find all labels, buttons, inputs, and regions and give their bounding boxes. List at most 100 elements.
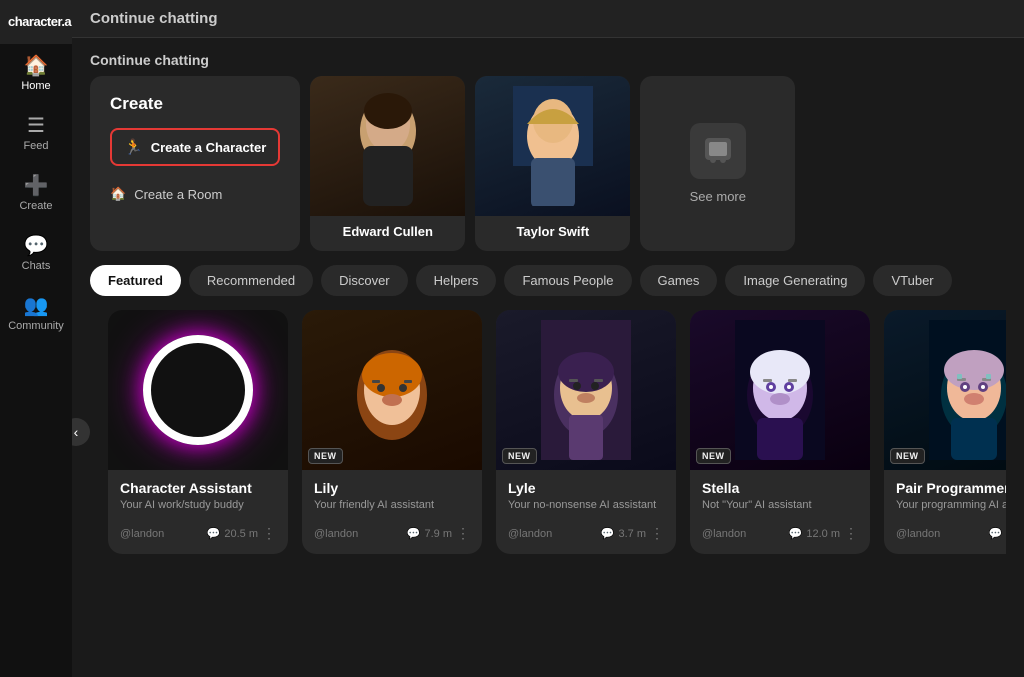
create-character-label: Create a Character	[151, 140, 267, 155]
featured-characters-grid: Character Assistant Your AI work/study b…	[90, 310, 1006, 554]
lily-avatar: NEW	[302, 310, 482, 470]
chat-count-icon: 💬	[407, 527, 421, 540]
edward-avatar	[310, 76, 465, 216]
community-icon: 👥	[24, 296, 49, 316]
create-icon: ➕	[24, 176, 49, 196]
pair-programmer-desc: Your programming AI assistant	[884, 498, 1006, 521]
chat-count-icon: 💬	[789, 527, 803, 540]
app-logo: character.ai	[0, 0, 72, 44]
chat-count-icon: 💬	[207, 527, 221, 540]
char-assistant-desc: Your AI work/study buddy	[108, 498, 288, 521]
sidebar-item-label: Create	[19, 200, 52, 212]
lyle-author: @landon	[508, 528, 552, 540]
sidebar-item-label: Home	[21, 80, 50, 92]
sidebar-item-label: Community	[8, 320, 64, 332]
room-icon: 🏠	[110, 186, 126, 202]
category-tabs: Featured Recommended Discover Helpers Fa…	[72, 265, 1024, 310]
see-more-card[interactable]: See more	[640, 76, 795, 251]
stella-author: @landon	[702, 528, 746, 540]
create-character-button[interactable]: 🏃 Create a Character	[110, 128, 280, 166]
lily-desc: Your friendly AI assistant	[302, 498, 482, 521]
create-card: Create 🏃 Create a Character 🏠 Create a R…	[90, 76, 300, 251]
lily-author: @landon	[314, 528, 358, 540]
see-more-icon	[690, 123, 746, 179]
prev-button[interactable]: ‹	[72, 418, 90, 446]
feed-icon: ☰	[27, 116, 45, 136]
char-card-taylor[interactable]: Taylor Swift	[475, 76, 630, 251]
tab-vtuber[interactable]: VTuber	[873, 265, 951, 296]
char-assistant-stats: 💬 20.5 m ⋮	[207, 525, 276, 542]
lyle-chats: 3.7 m	[618, 528, 646, 540]
section-title: Continue chatting	[72, 38, 1024, 76]
main-content: Continue chatting Continue chatting Crea…	[72, 0, 1024, 677]
create-room-label: Create a Room	[134, 187, 222, 202]
stella-chats: 12.0 m	[806, 528, 840, 540]
lyle-avatar: NEW	[496, 310, 676, 470]
lily-stats: 💬 7.9 m ⋮	[407, 525, 470, 542]
char-card-pair-programmer[interactable]: NEW Pair Programmer Your programming AI …	[884, 310, 1006, 554]
chat-count-icon: 💬	[601, 527, 615, 540]
sidebar: character.ai 🏠 Home ☰ Feed ➕ Create 💬 Ch…	[0, 0, 72, 677]
create-room-button[interactable]: 🏠 Create a Room	[110, 180, 280, 208]
char-assistant-footer: @landon 💬 20.5 m ⋮	[108, 521, 288, 542]
sidebar-item-feed[interactable]: ☰ Feed	[0, 104, 72, 164]
char-card-stella[interactable]: NEW Stella Not "Your" AI assistant @land…	[690, 310, 870, 554]
lyle-footer: @landon 💬 3.7 m ⋮	[496, 521, 676, 542]
sidebar-item-community[interactable]: 👥 Community	[0, 284, 72, 344]
pair-programmer-author: @landon	[896, 528, 940, 540]
sidebar-item-label: Feed	[23, 140, 48, 152]
tab-recommended[interactable]: Recommended	[189, 265, 313, 296]
char-card-character-assistant[interactable]: Character Assistant Your AI work/study b…	[108, 310, 288, 554]
chats-icon: 💬	[24, 236, 49, 256]
home-icon: 🏠	[24, 56, 49, 76]
stella-stats: 💬 12.0 m ⋮	[789, 525, 858, 542]
stella-name: Stella	[690, 470, 870, 498]
lily-new-badge: NEW	[308, 448, 343, 464]
lyle-name: Lyle	[496, 470, 676, 498]
lily-name: Lily	[302, 470, 482, 498]
char-assistant-author: @landon	[120, 528, 164, 540]
character-icon: 🏃	[124, 138, 143, 156]
more-options-icon[interactable]: ⋮	[650, 525, 664, 542]
char-card-edward[interactable]: Edward Cullen	[310, 76, 465, 251]
more-options-icon[interactable]: ⋮	[262, 525, 276, 542]
sidebar-item-home[interactable]: 🏠 Home	[0, 44, 72, 104]
tab-discover[interactable]: Discover	[321, 265, 408, 296]
topbar-title: Continue chatting	[90, 10, 218, 27]
tab-image-gen[interactable]: Image Generating	[725, 265, 865, 296]
pair-programmer-footer: @landon 💬 1.3 m ⋮	[884, 521, 1006, 542]
taylor-name: Taylor Swift	[506, 216, 599, 249]
stella-footer: @landon 💬 12.0 m ⋮	[690, 521, 870, 542]
char-assistant-avatar	[108, 310, 288, 470]
tab-featured[interactable]: Featured	[90, 265, 181, 296]
continue-chatting-row: Create 🏃 Create a Character 🏠 Create a R…	[72, 76, 1024, 265]
pair-programmer-stats: 💬 1.3 m ⋮	[989, 525, 1006, 542]
more-options-icon[interactable]: ⋮	[456, 525, 470, 542]
taylor-avatar	[475, 76, 630, 216]
stella-new-badge: NEW	[696, 448, 731, 464]
lyle-desc: Your no-nonsense AI assistant	[496, 498, 676, 521]
tab-famous[interactable]: Famous People	[504, 265, 631, 296]
lily-chats: 7.9 m	[424, 528, 452, 540]
pair-programmer-name: Pair Programmer	[884, 470, 1006, 498]
create-card-title: Create	[110, 94, 280, 114]
stella-desc: Not "Your" AI assistant	[690, 498, 870, 521]
edward-name: Edward Cullen	[333, 216, 443, 249]
sidebar-item-label: Chats	[22, 260, 51, 272]
pair-programmer-avatar: NEW	[884, 310, 1006, 470]
char-assistant-chats: 20.5 m	[224, 528, 258, 540]
stella-avatar: NEW	[690, 310, 870, 470]
topbar: Continue chatting	[72, 0, 1024, 38]
more-options-icon[interactable]: ⋮	[844, 525, 858, 542]
tab-helpers[interactable]: Helpers	[416, 265, 497, 296]
char-card-lily[interactable]: NEW Lily Your friendly AI assistant @lan…	[302, 310, 482, 554]
sidebar-item-chats[interactable]: 💬 Chats	[0, 224, 72, 284]
see-more-label: See more	[690, 189, 746, 204]
char-card-lyle[interactable]: NEW Lyle Your no-nonsense AI assistant @…	[496, 310, 676, 554]
lyle-stats: 💬 3.7 m ⋮	[601, 525, 664, 542]
chat-count-icon: 💬	[989, 527, 1003, 540]
tab-games[interactable]: Games	[640, 265, 718, 296]
sidebar-item-create[interactable]: ➕ Create	[0, 164, 72, 224]
lyle-new-badge: NEW	[502, 448, 537, 464]
char-assistant-name: Character Assistant	[108, 470, 288, 498]
